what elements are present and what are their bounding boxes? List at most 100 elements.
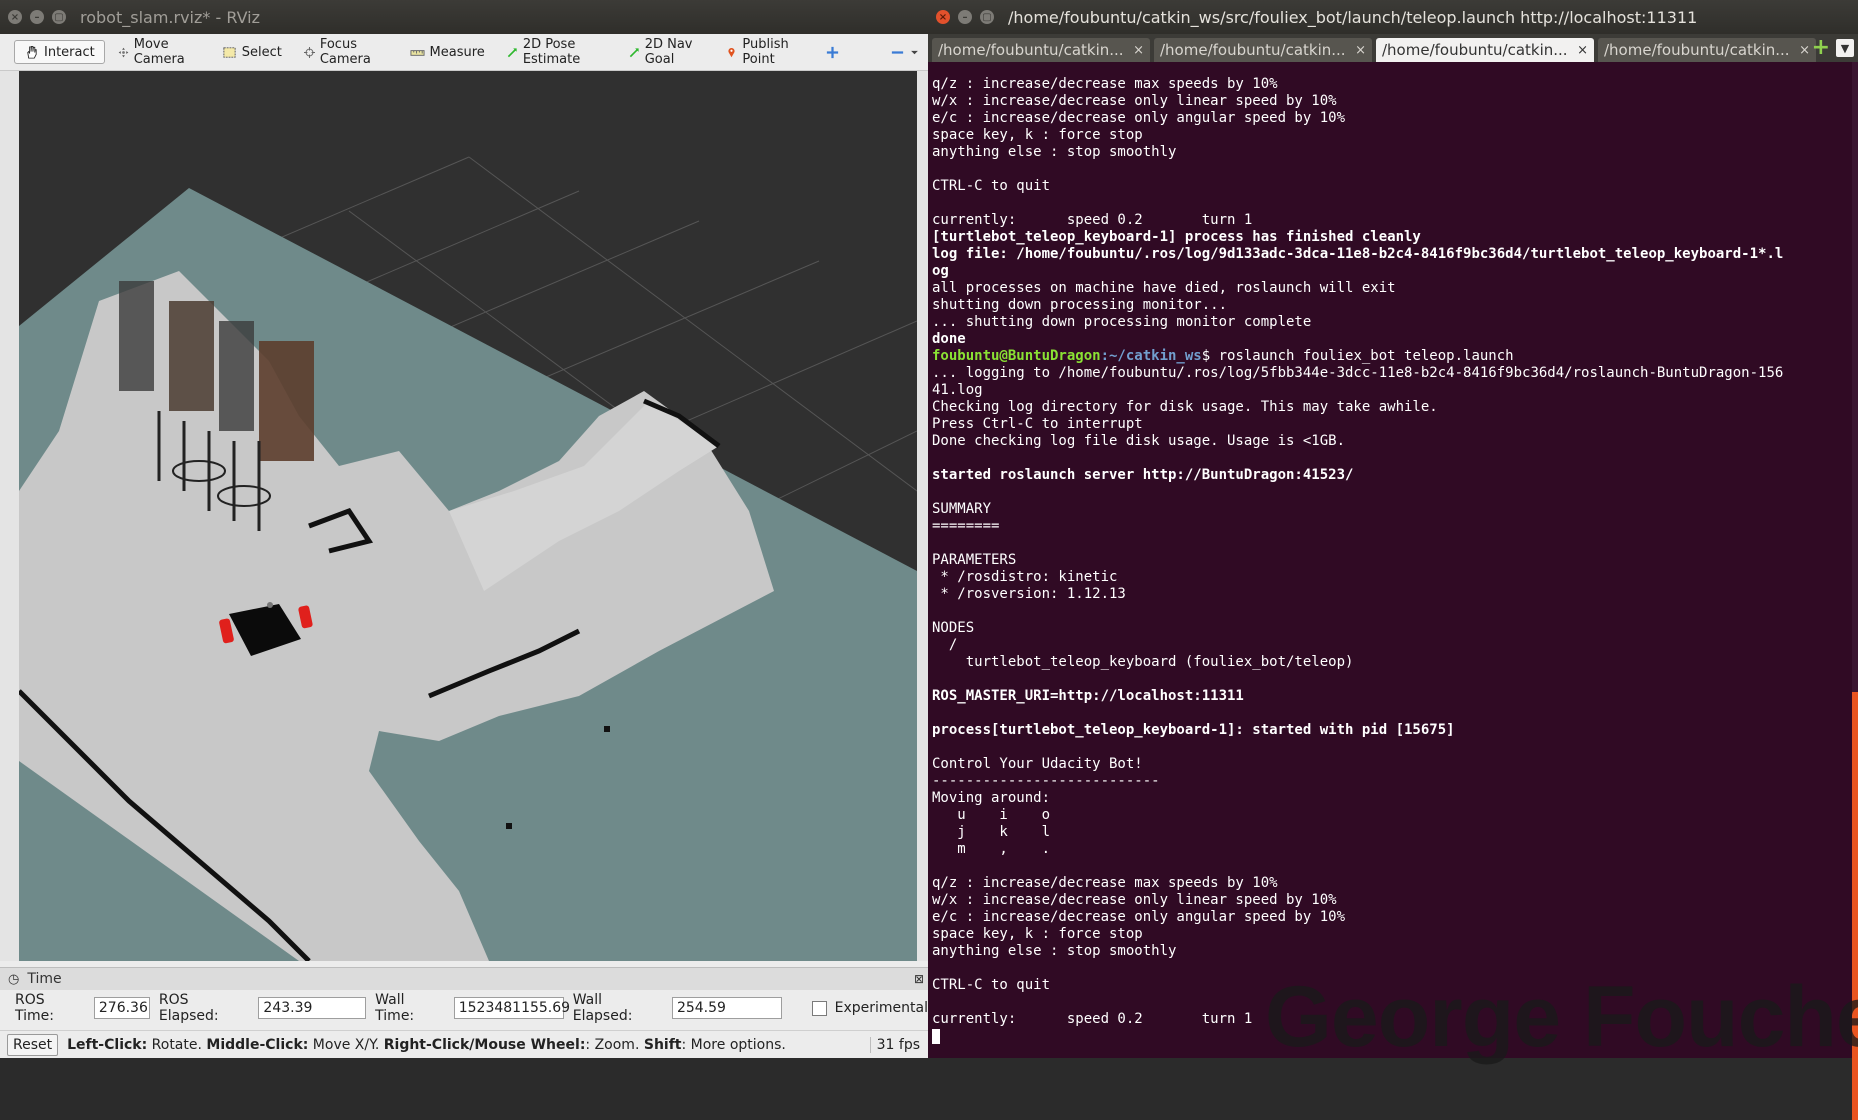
- terminal-line: all processes on machine have died, rosl…: [932, 280, 1396, 296]
- tool-2d-nav-goal[interactable]: 2D Nav Goal: [620, 37, 714, 67]
- terminal-line: Moving around:: [932, 790, 1051, 806]
- time-panel-header: ◷ Time ⊠: [0, 967, 928, 990]
- tool-measure[interactable]: Measure: [401, 40, 494, 64]
- tool-2d-pose-estimate[interactable]: 2D Pose Estimate: [498, 37, 616, 67]
- 3d-view[interactable]: [19, 71, 917, 961]
- close-icon[interactable]: ⊠: [914, 972, 924, 986]
- time-panel: ROS Time: 276.36 ROS Elapsed: 243.39 Wal…: [0, 992, 928, 1024]
- remove-tool-button[interactable]: [881, 40, 928, 64]
- terminal-line: ... shutting down processing monitor com…: [932, 314, 1312, 330]
- terminal-line: process[turtlebot_teleop_keyboard-1]: st…: [932, 722, 1455, 738]
- chevron-down-icon[interactable]: ▼: [1836, 39, 1854, 57]
- terminal-line: m , .: [932, 841, 1051, 857]
- map-obstacle-dot: [506, 823, 512, 829]
- terminal-line: og: [932, 263, 949, 279]
- terminal-line: w/x : increase/decrease only linear spee…: [932, 892, 1337, 908]
- terminal-line: * /rosdistro: kinetic: [932, 569, 1118, 585]
- minimize-icon[interactable]: –: [30, 10, 44, 24]
- close-icon[interactable]: ×: [8, 10, 22, 24]
- map-pin-icon: [728, 47, 735, 57]
- terminal-line: j k l: [932, 824, 1051, 840]
- right-dock-splitter[interactable]: [917, 71, 928, 961]
- terminal-line: turtlebot_teleop_keyboard (fouliex_bot/t…: [932, 654, 1354, 670]
- terminal-window: × – ▢ /home/foubuntu/catkin_ws/src/fouli…: [928, 0, 1858, 1120]
- minimize-icon[interactable]: –: [958, 10, 972, 24]
- maximize-icon[interactable]: ▢: [980, 10, 994, 24]
- ros-time-label: ROS Time:: [15, 992, 54, 1024]
- close-icon[interactable]: ×: [1133, 43, 1144, 58]
- wall-elapsed-label: Wall Elapsed:: [572, 992, 633, 1024]
- rviz-window: × – ▢ robot_slam.rviz* - RViz Interact M…: [0, 0, 928, 1058]
- tool-interact[interactable]: Interact: [14, 40, 105, 64]
- green-arrow-icon: [507, 47, 517, 57]
- tool-label: Focus Camera: [319, 37, 371, 67]
- tool-label: Measure: [429, 44, 485, 60]
- tool-label: Select: [241, 44, 282, 60]
- prompt-command: $ roslaunch fouliex_bot teleop.launch: [1201, 348, 1514, 364]
- tool-move-camera[interactable]: Move Camera: [109, 37, 209, 67]
- ros-time-field[interactable]: 276.36: [93, 997, 150, 1019]
- wall-time-label: Wall Time:: [375, 992, 415, 1024]
- tool-label: 2D Nav Goal: [644, 37, 693, 67]
- rviz-toolbar: Interact Move Camera Select Focus Camera…: [0, 34, 928, 71]
- prompt-user: foubuntu@BuntuDragon: [932, 348, 1101, 364]
- terminal-line: u i o: [932, 807, 1051, 823]
- move-camera-icon: [118, 47, 129, 57]
- close-icon[interactable]: ×: [1577, 43, 1588, 58]
- terminal-line: CTRL-C to quit: [932, 178, 1051, 194]
- terminal-tab[interactable]: /home/foubuntu/catkin... ×: [1154, 38, 1372, 62]
- terminal-line: anything else : stop smoothly: [932, 943, 1177, 959]
- minus-icon: [891, 50, 904, 54]
- map-render: [19, 156, 917, 961]
- ros-elapsed-field[interactable]: 243.39: [258, 997, 367, 1019]
- fps-counter: 31 fps: [869, 1037, 920, 1053]
- maximize-icon[interactable]: ▢: [52, 10, 66, 24]
- tool-select[interactable]: Select: [213, 40, 291, 64]
- add-tool-button[interactable]: [816, 40, 849, 64]
- terminal-line: started roslaunch server http://BuntuDra…: [932, 467, 1354, 483]
- close-icon[interactable]: ×: [1355, 43, 1366, 58]
- terminal-tab[interactable]: /home/foubuntu/catkin... ×: [932, 38, 1150, 62]
- terminal-line: shutting down processing monitor...: [932, 297, 1228, 313]
- focus-camera-icon: [303, 46, 315, 58]
- terminal-tab[interactable]: /home/foubuntu/catkin... ×: [1598, 38, 1816, 62]
- green-arrow-icon: [629, 47, 639, 57]
- terminal-line: 41.log: [932, 382, 983, 398]
- tool-focus-camera[interactable]: Focus Camera: [295, 37, 397, 67]
- terminal-titlebar: × – ▢ /home/foubuntu/catkin_ws/src/fouli…: [928, 0, 1858, 34]
- terminal-output[interactable]: q/z : increase/decrease max speeds by 10…: [932, 76, 1852, 1045]
- experimental-checkbox[interactable]: [811, 1000, 827, 1016]
- close-icon[interactable]: ×: [936, 10, 950, 24]
- terminal-line: log file: /home/foubuntu/.ros/log/9d133a…: [932, 246, 1784, 262]
- chevron-down-icon: [911, 50, 918, 54]
- experimental-label: Experimental: [834, 1000, 928, 1016]
- terminal-scrollbar[interactable]: [1852, 62, 1858, 1120]
- terminal-tab-active[interactable]: /home/foubuntu/catkin... ×: [1376, 38, 1594, 62]
- wall-time-field[interactable]: 1523481155.69: [453, 997, 570, 1019]
- terminal-line: ROS_MASTER_URI=http://localhost:11311: [932, 688, 1244, 704]
- reset-button[interactable]: Reset: [7, 1034, 59, 1056]
- hand-icon: [27, 45, 37, 59]
- tool-label: Interact: [44, 44, 95, 60]
- terminal-line: e/c : increase/decrease only angular spe…: [932, 909, 1346, 925]
- map-obstacle-dot: [604, 726, 610, 732]
- terminal-line: SUMMARY: [932, 501, 992, 517]
- tool-publish-point[interactable]: Publish Point: [717, 37, 812, 67]
- terminal-line: space key, k : force stop: [932, 127, 1143, 143]
- tool-label: 2D Pose Estimate: [522, 37, 581, 67]
- select-icon: [223, 46, 236, 58]
- time-panel-title: Time: [27, 971, 62, 987]
- terminal-line: Checking log directory for disk usage. T…: [932, 399, 1438, 415]
- left-dock-splitter[interactable]: [0, 71, 19, 961]
- close-icon[interactable]: ×: [1799, 43, 1810, 58]
- terminal-line: q/z : increase/decrease max speeds by 10…: [932, 76, 1278, 92]
- new-tab-icon[interactable]: +: [1812, 37, 1830, 59]
- wall-elapsed-field[interactable]: 254.59: [671, 997, 782, 1019]
